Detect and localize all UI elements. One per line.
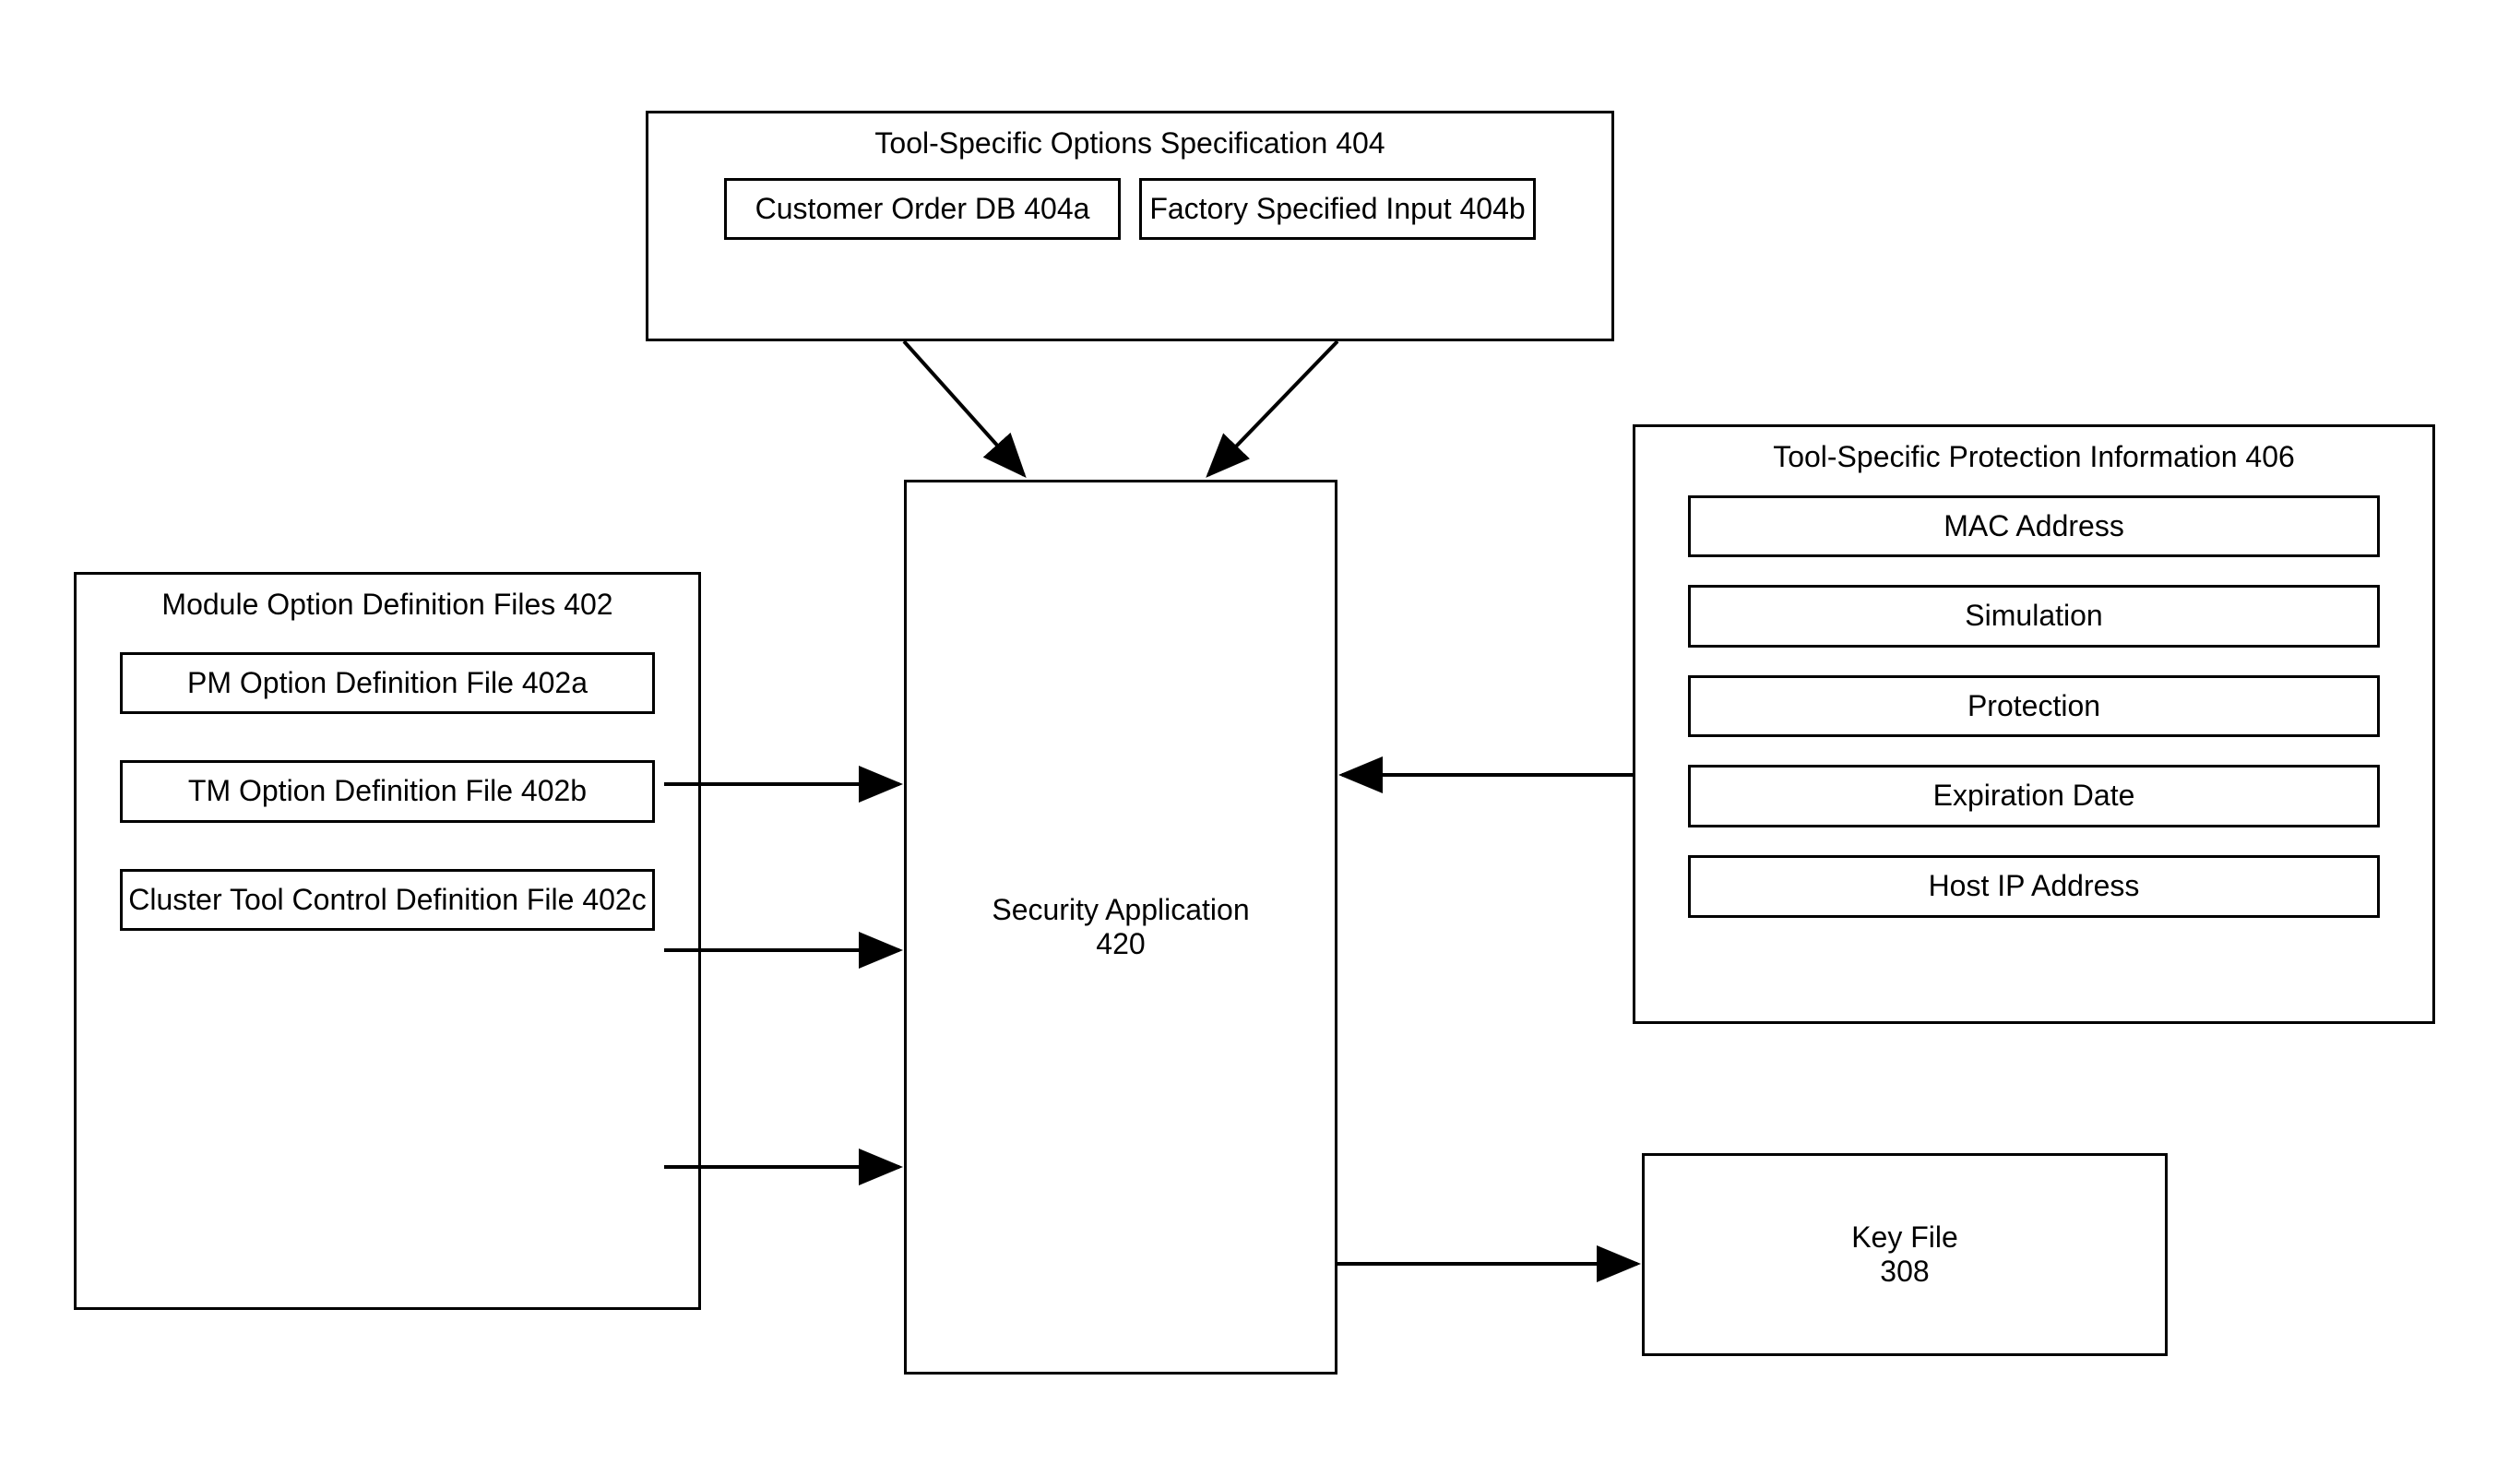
tool-protection-info-box: Tool-Specific Protection Information 406… <box>1633 424 2435 1024</box>
tool-specific-options-title: Tool-Specific Options Specification 404 <box>874 125 1385 163</box>
security-application-id: 420 <box>1096 927 1145 961</box>
customer-order-db-box: Customer Order DB 404a <box>724 178 1121 241</box>
security-application-title: Security Application <box>992 893 1249 927</box>
tool-protection-info-title: Tool-Specific Protection Information 406 <box>1773 438 2295 477</box>
key-file-id: 308 <box>1880 1255 1929 1289</box>
host-ip-box: Host IP Address <box>1688 855 2380 918</box>
cluster-tool-file-box: Cluster Tool Control Definition File 402… <box>120 869 655 932</box>
tool-specific-options-box: Tool-Specific Options Specification 404 … <box>646 111 1614 341</box>
key-file-box: Key File 308 <box>1642 1153 2168 1356</box>
key-file-title: Key File <box>1851 1220 1958 1255</box>
simulation-box: Simulation <box>1688 585 2380 648</box>
pm-option-file-box: PM Option Definition File 402a <box>120 652 655 715</box>
mac-address-box: MAC Address <box>1688 495 2380 558</box>
security-application-box: Security Application 420 <box>904 480 1337 1375</box>
tm-option-file-box: TM Option Definition File 402b <box>120 760 655 823</box>
module-option-title: Module Option Definition Files 402 <box>161 586 612 625</box>
module-option-definition-box: Module Option Definition Files 402 PM Op… <box>74 572 701 1310</box>
factory-specified-input-box: Factory Specified Input 404b <box>1139 178 1536 241</box>
protection-box: Protection <box>1688 675 2380 738</box>
expiration-date-box: Expiration Date <box>1688 765 2380 827</box>
